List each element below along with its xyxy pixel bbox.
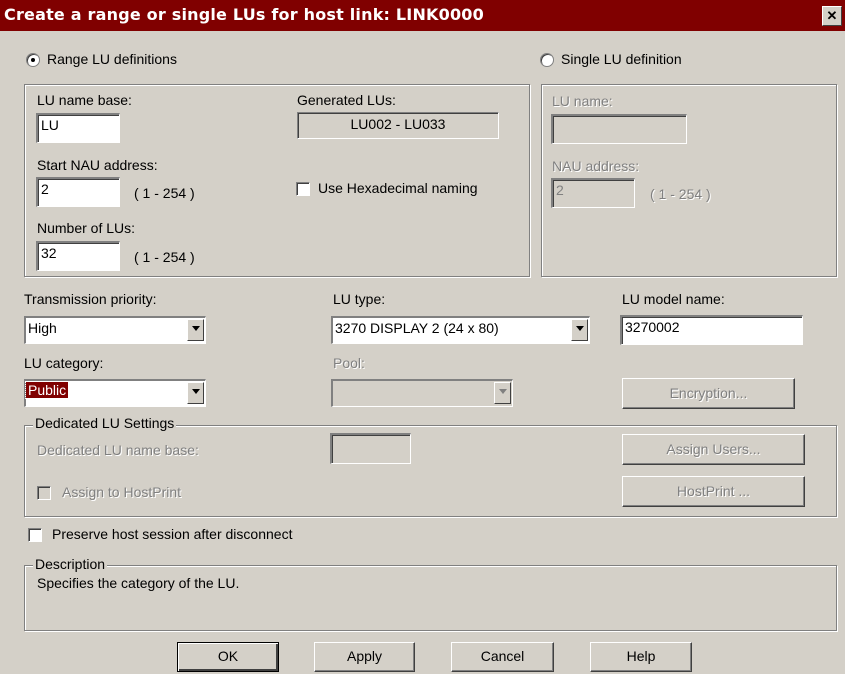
transmission-priority-value: High <box>28 320 57 336</box>
single-nau-input[interactable]: 2 <box>551 178 635 208</box>
lu-category-value: Public <box>24 381 70 399</box>
lu-model-name-label: LU model name: <box>622 291 725 307</box>
window-title: Create a range or single LUs for host li… <box>4 5 484 24</box>
assign-hostprint-label: Assign to HostPrint <box>62 484 182 500</box>
description-text: Specifies the category of the LU. <box>37 575 240 591</box>
chevron-down-icon[interactable] <box>571 319 588 341</box>
start-nau-range: ( 1 - 254 ) <box>134 185 195 201</box>
range-lu-radio-label: Range LU definitions <box>47 51 177 67</box>
single-lu-radio[interactable] <box>540 53 554 67</box>
dedicated-name-base-input[interactable] <box>330 433 411 464</box>
encryption-button[interactable]: Encryption... <box>622 378 795 409</box>
dialog-window: Create a range or single LUs for host li… <box>0 0 845 674</box>
lu-type-value: 3270 DISPLAY 2 (24 x 80) <box>335 320 499 336</box>
single-nau-label: NAU address: <box>552 158 640 174</box>
cancel-button-label: Cancel <box>480 648 525 664</box>
hostprint-button[interactable]: HostPrint ... <box>622 476 805 507</box>
generated-lus-value: LU002 - LU033 <box>297 112 499 139</box>
lu-type-select[interactable]: 3270 DISPLAY 2 (24 x 80) <box>331 316 590 344</box>
assign-users-button-label: Assign Users... <box>666 441 761 457</box>
num-lus-input[interactable]: 32 <box>36 241 120 271</box>
preserve-session-label: Preserve host session after disconnect <box>52 526 293 542</box>
lu-category-label: LU category: <box>24 355 104 371</box>
close-icon: ✕ <box>826 8 838 23</box>
num-lus-label: Number of LUs: <box>37 220 136 236</box>
single-lu-radio-label: Single LU definition <box>561 51 682 67</box>
assign-users-button[interactable]: Assign Users... <box>622 434 805 465</box>
cancel-button[interactable]: Cancel <box>451 642 554 672</box>
lu-name-base-label: LU name base: <box>37 92 132 108</box>
close-button[interactable]: ✕ <box>822 6 842 26</box>
lu-category-select[interactable]: Public <box>24 379 206 407</box>
assign-hostprint-checkbox[interactable] <box>37 486 51 500</box>
range-lu-radio[interactable] <box>26 53 40 67</box>
start-nau-input[interactable]: 2 <box>36 177 120 207</box>
num-lus-range: ( 1 - 254 ) <box>134 249 195 265</box>
help-button[interactable]: Help <box>590 642 692 672</box>
description-legend: Description <box>33 556 108 572</box>
help-button-label: Help <box>626 648 656 664</box>
ok-button-label: OK <box>217 648 239 664</box>
dedicated-group-legend: Dedicated LU Settings <box>33 415 177 431</box>
pool-label: Pool: <box>333 355 365 371</box>
dedicated-name-base-label: Dedicated LU name base: <box>37 442 199 458</box>
apply-button[interactable]: Apply <box>314 642 415 672</box>
generated-lus-label: Generated LUs: <box>297 92 396 108</box>
chevron-down-icon[interactable] <box>187 319 204 341</box>
lu-model-name-input[interactable]: 3270002 <box>620 315 803 345</box>
encryption-button-label: Encryption... <box>669 385 748 401</box>
transmission-priority-label: Transmission priority: <box>24 291 157 307</box>
ok-button[interactable]: OK <box>177 642 279 672</box>
single-lu-name-input[interactable] <box>551 114 687 144</box>
chevron-down-icon[interactable] <box>187 382 204 404</box>
start-nau-label: Start NAU address: <box>37 157 158 173</box>
lu-type-label: LU type: <box>333 291 386 307</box>
title-bar[interactable]: Create a range or single LUs for host li… <box>0 0 845 31</box>
preserve-session-checkbox[interactable] <box>28 528 42 542</box>
transmission-priority-select[interactable]: High <box>24 316 206 344</box>
single-nau-range: ( 1 - 254 ) <box>650 186 711 202</box>
chevron-down-icon[interactable] <box>494 382 511 404</box>
single-lu-name-label: LU name: <box>552 93 613 109</box>
lu-name-base-input[interactable]: LU <box>36 113 120 143</box>
hostprint-button-label: HostPrint ... <box>676 483 751 499</box>
apply-button-label: Apply <box>346 648 383 664</box>
pool-select[interactable] <box>331 379 513 407</box>
hex-naming-checkbox[interactable] <box>296 182 310 196</box>
hex-naming-label: Use Hexadecimal naming <box>318 180 478 196</box>
